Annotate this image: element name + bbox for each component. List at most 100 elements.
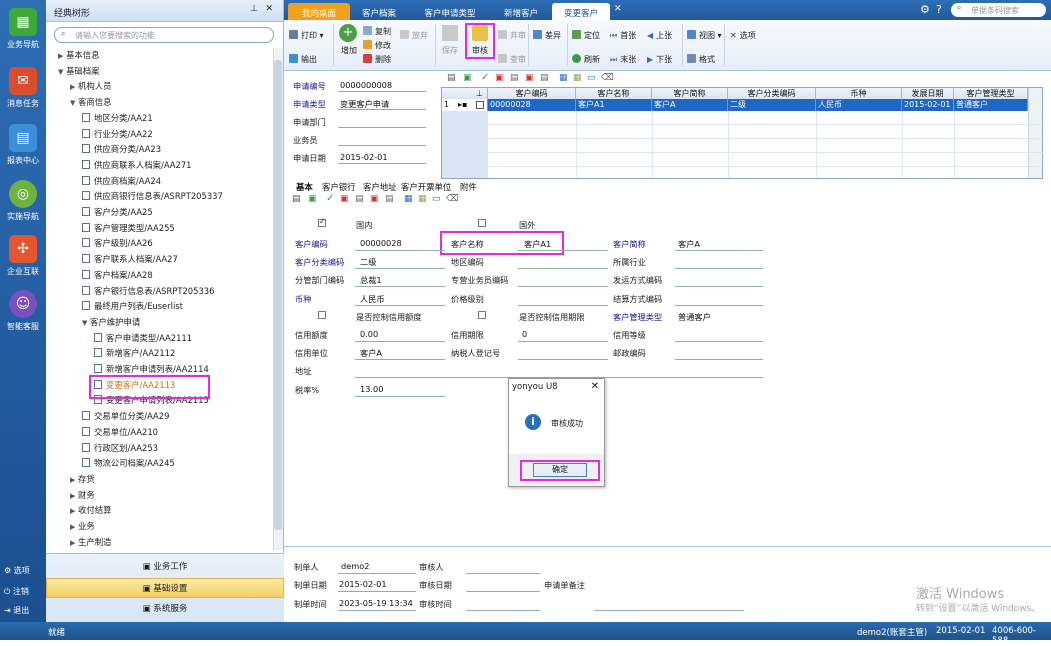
subtab-address[interactable]: 客户地址 — [363, 181, 397, 193]
credit-unit-value[interactable]: 客户A — [360, 347, 382, 359]
abandon-button[interactable]: 放弃 — [400, 30, 428, 41]
col-header-mgmt[interactable]: 客户管理类型 — [954, 88, 1028, 99]
format-button[interactable]: 格式 — [687, 54, 715, 65]
tree-item[interactable]: 新增客户/AA2112 — [94, 346, 175, 360]
tab-customer-apply-type[interactable]: 客户申请类型 — [408, 3, 492, 20]
subtab-basic[interactable]: 基本 — [296, 181, 313, 193]
cust-code-value[interactable]: 00000028 — [360, 238, 402, 248]
tree-folder[interactable]: ▶ 生产制造 — [70, 535, 112, 549]
rail-support[interactable]: ☺ 智能客服 — [0, 290, 46, 332]
rail-messages[interactable]: ✉ 消息任务 — [0, 67, 46, 109]
tree-item[interactable]: 交易单位/AA210 — [82, 425, 158, 439]
detail-uncheck-icon[interactable]: ▣ — [340, 194, 349, 204]
date-value[interactable]: 2015-02-01 — [340, 152, 388, 162]
tree-item[interactable]: 客户级别/AA26 — [82, 236, 153, 250]
tree-item[interactable]: 行业分类/AA22 — [82, 127, 153, 141]
rail-enterprise[interactable]: ✣ 企业互联 — [0, 235, 46, 277]
next-button[interactable]: ▶ 下张 — [647, 54, 672, 65]
grid-print-icon[interactable]: ▤ — [447, 73, 456, 83]
credit-amt-value[interactable]: 0.00 — [360, 329, 378, 339]
tree-folder[interactable]: ▶ 基本信息 — [58, 48, 100, 62]
tab-my-desktop[interactable]: 我的桌面 — [288, 3, 350, 20]
rail-business-nav[interactable]: ▦ 业务导航 — [0, 8, 46, 50]
refresh-button[interactable]: 刷新 — [572, 54, 600, 65]
tree-item[interactable]: 供应商分类/AA23 — [82, 142, 161, 156]
print-button[interactable]: 打印 ▾ — [289, 30, 324, 41]
detail-copy-icon[interactable]: ▤ — [385, 194, 394, 204]
mgmt-type-value[interactable]: 普通客户 — [678, 311, 711, 323]
diff-button[interactable]: 差异 — [533, 30, 561, 41]
barcode-search-input[interactable]: ⌕ 单据条码搜索 — [951, 3, 1046, 17]
grid-copy-icon[interactable]: ▤ — [540, 73, 549, 83]
grid-delete-icon[interactable]: ▣ — [525, 73, 534, 83]
first-button[interactable]: ⏮ 首张 — [610, 30, 636, 41]
settings-icon[interactable]: ⚙ — [920, 3, 930, 16]
tree-item[interactable]: 行政区划/AA253 — [82, 441, 158, 455]
dialog-close-icon[interactable]: ✕ — [591, 381, 599, 392]
view-button[interactable]: 视图 ▾ — [687, 30, 722, 41]
foreign-checkbox[interactable] — [478, 219, 486, 227]
export-button[interactable]: 输出 — [289, 54, 317, 65]
close-icon[interactable]: ✕ — [265, 4, 273, 14]
grid-uncheck-icon[interactable]: ▣ — [495, 73, 504, 83]
tree-folder[interactable]: ▼ 基础档案 — [58, 64, 100, 78]
tree-item[interactable]: 地区分类/AA21 — [82, 111, 153, 125]
tree-item[interactable]: 新增客户申请列表/AA2114 — [94, 362, 209, 376]
tree-item[interactable]: 供应商档案/AA24 — [82, 174, 161, 188]
tree-folder[interactable]: ▶ 财务 — [70, 488, 95, 502]
pin-icon[interactable]: ⊥ — [250, 4, 258, 14]
credit-period-value[interactable]: 0 — [522, 329, 527, 339]
req-no-value[interactable]: 0000000008 — [340, 80, 392, 90]
ctrl-period-checkbox[interactable] — [478, 311, 486, 319]
tab-customer-archive[interactable]: 客户档案 — [352, 3, 406, 20]
detail-clear-icon[interactable]: ⌫ — [446, 194, 459, 204]
grid-list-icon[interactable]: ▤ — [510, 73, 519, 83]
business-work-button[interactable]: ▣ 业务工作 — [46, 557, 284, 577]
col-header-abbr[interactable]: 客户简称 — [652, 88, 728, 99]
save-button[interactable]: 保存 — [440, 25, 460, 56]
owner-dept-value[interactable]: 总裁1 — [360, 274, 382, 286]
detail-add-icon[interactable]: ▣ — [308, 194, 317, 204]
currency-value[interactable]: 人民币 — [360, 293, 385, 305]
row-header[interactable]: 1 ▸▪ — [442, 99, 488, 111]
tree-folder[interactable]: ▶ 业务 — [70, 519, 95, 533]
ctrl-credit-checkbox[interactable] — [318, 311, 326, 319]
rail-implementation[interactable]: ◎ 实施导航 — [0, 180, 46, 222]
grid-clear-icon[interactable]: ⌫ — [601, 73, 614, 83]
tree-item[interactable]: 供应商联系人档案/AA271 — [82, 158, 192, 172]
tree-scroll-thumb[interactable] — [274, 60, 282, 530]
reject-button[interactable]: 弃审 — [498, 30, 526, 41]
col-header-name[interactable]: 客户名称 — [576, 88, 652, 99]
check-icon[interactable]: ✓ — [326, 193, 334, 204]
tree-item[interactable]: 客户分类/AA25 — [82, 205, 153, 219]
tree-folder[interactable]: ▶ 机构人员 — [70, 79, 112, 93]
logout-button[interactable]: ⏻ 注销 — [4, 586, 29, 597]
tree-folder[interactable]: ▶ 收付结算 — [70, 503, 112, 517]
delete-button[interactable]: 删除 — [363, 54, 391, 65]
grid-add-icon[interactable]: ▣ — [463, 73, 472, 83]
tax-rate-value[interactable]: 13.00 — [360, 384, 383, 394]
tree-item[interactable]: 客户银行信息表/ASRPT205336 — [82, 284, 214, 298]
tree-folder[interactable]: ▼ 客户维护申请 — [82, 315, 140, 329]
col-header-class[interactable]: 客户分类编码 — [728, 88, 816, 99]
query-button[interactable]: 查审 — [498, 54, 526, 65]
cell-mgmt[interactable]: 普通客户 — [954, 99, 1028, 111]
help-icon[interactable]: ? — [936, 3, 942, 16]
add-button[interactable]: + 增加 — [339, 24, 359, 56]
col-header-currency[interactable]: 币种 — [816, 88, 902, 99]
exit-button[interactable]: ⇥ 退出 — [4, 605, 29, 616]
basic-settings-button[interactable]: ▣ 基础设置 — [46, 578, 284, 598]
rail-reports[interactable]: ▤ 报表中心 — [0, 124, 46, 166]
detail-grid[interactable]: ⊥ 客户编码 客户名称 客户简称 客户分类编码 币种 发展日期 客户管理类型 1… — [441, 87, 1044, 179]
cell-class[interactable]: 二级 — [728, 99, 816, 111]
subtab-attachment[interactable]: 附件 — [460, 181, 477, 193]
cell-code[interactable]: 00000028 — [488, 99, 576, 111]
grid-scrollbar[interactable] — [1028, 88, 1042, 178]
tree-item[interactable]: 交易单位分类/AA29 — [82, 409, 169, 423]
tree-folder[interactable]: ▼ 客商信息 — [70, 95, 112, 109]
check-icon[interactable]: ✓ — [481, 72, 489, 83]
locate-button[interactable]: 定位 — [572, 30, 600, 41]
edit-button[interactable]: 修改 — [363, 40, 391, 51]
row-checkbox[interactable] — [476, 101, 484, 109]
cust-abbr-value[interactable]: 客户A — [678, 238, 700, 250]
